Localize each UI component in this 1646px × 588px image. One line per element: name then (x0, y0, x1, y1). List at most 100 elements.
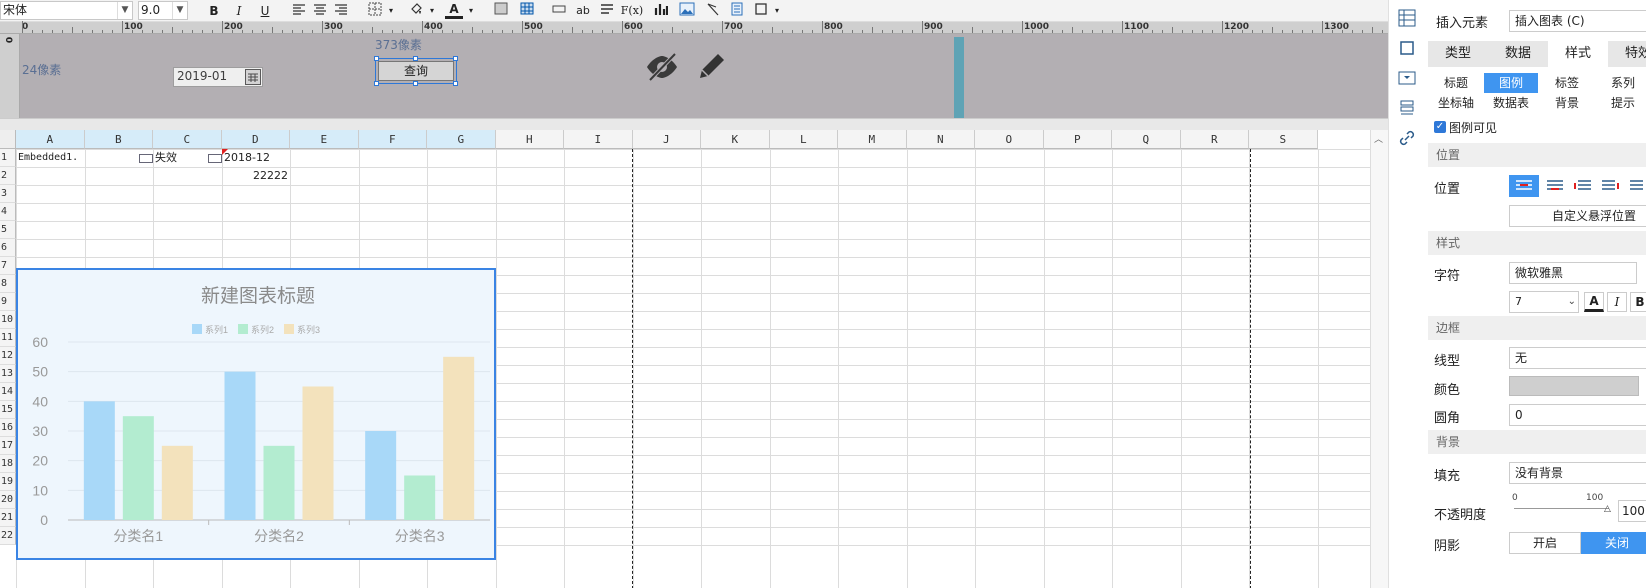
grid-insert-icon[interactable] (1398, 9, 1416, 30)
cell-c1[interactable]: 失效 (155, 149, 177, 167)
position-top-icon[interactable] (1509, 175, 1539, 197)
font-color-button[interactable]: A (1584, 292, 1604, 312)
crop-icon[interactable] (1398, 39, 1416, 60)
tab-data[interactable]: 数据 (1488, 41, 1548, 67)
row-header[interactable]: 13 (0, 365, 16, 383)
column-header[interactable]: P (1043, 130, 1112, 149)
column-header[interactable]: N (906, 130, 975, 149)
shadow-off-button[interactable]: 关闭 (1581, 532, 1646, 554)
row-header[interactable]: 1 (0, 149, 16, 167)
tab-type[interactable]: 类型 (1428, 41, 1488, 67)
column-header[interactable]: L (769, 130, 838, 149)
row-header[interactable]: 4 (0, 203, 16, 221)
vertical-scrollbar[interactable]: ︿ (1370, 130, 1388, 588)
font-family-field[interactable]: 微软雅黑 (1509, 262, 1637, 284)
row-header[interactable]: 8 (0, 275, 16, 293)
radius-field[interactable]: 0 (1509, 404, 1646, 426)
chevron-down-icon[interactable]: ▾ (423, 2, 441, 20)
calendar-icon[interactable] (245, 69, 261, 85)
chevron-down-icon[interactable]: ▾ (462, 2, 480, 20)
column-header[interactable]: S (1249, 130, 1318, 149)
position-right-icon[interactable] (1597, 175, 1625, 197)
opacity-field[interactable]: 100 (1618, 500, 1646, 522)
resize-handle[interactable] (413, 81, 418, 86)
subtab-series[interactable]: 系列 (1596, 73, 1646, 93)
formula-icon[interactable]: F(x) (620, 2, 644, 20)
column-header[interactable]: C (153, 130, 222, 149)
subtab-background[interactable]: 背景 (1540, 93, 1594, 113)
column-header[interactable]: G (427, 130, 496, 149)
row-header[interactable]: 9 (0, 293, 16, 311)
bold-button[interactable]: B (205, 2, 223, 20)
tab-style[interactable]: 样式 (1548, 41, 1608, 67)
subtab-tooltip[interactable]: 提示 (1596, 93, 1646, 113)
subtab-label[interactable]: 标签 (1540, 73, 1594, 93)
checkbox-icon[interactable] (139, 154, 153, 163)
resize-handle[interactable] (374, 56, 379, 61)
row-header[interactable]: 20 (0, 491, 16, 509)
layers-icon[interactable] (1398, 99, 1416, 120)
row-header[interactable]: 18 (0, 455, 16, 473)
column-header[interactable]: E (290, 130, 359, 149)
font-color-icon[interactable]: A (445, 2, 463, 19)
position-bottom-icon[interactable] (1541, 175, 1569, 197)
link-icon[interactable] (1398, 129, 1416, 150)
chevron-down-icon[interactable]: ▾ (382, 2, 400, 20)
row-header[interactable]: 16 (0, 419, 16, 437)
subtab-title[interactable]: 标题 (1430, 73, 1482, 93)
image-icon[interactable] (678, 2, 696, 20)
font-size-select[interactable]: 9.0 ▼ (138, 1, 188, 20)
resize-handle[interactable] (453, 56, 458, 61)
text-icon[interactable]: ab (574, 2, 592, 20)
row-header[interactable]: 7 (0, 257, 16, 275)
column-header[interactable]: I (564, 130, 633, 149)
slider-thumb-icon[interactable]: △ (1604, 504, 1611, 514)
column-header[interactable]: H (495, 130, 564, 149)
textbox-icon[interactable] (550, 2, 568, 20)
italic-toggle[interactable]: I (1607, 292, 1627, 312)
row-header[interactable]: 10 (0, 311, 16, 329)
column-header[interactable]: J (632, 130, 701, 149)
row-header[interactable]: 22 (0, 527, 16, 545)
row-header[interactable]: 11 (0, 329, 16, 347)
resize-handle[interactable] (374, 81, 379, 86)
row-header[interactable]: 21 (0, 509, 16, 527)
subtab-datatable[interactable]: 数据表 (1484, 93, 1538, 113)
font-family-select[interactable]: 宋体 ▼ (0, 1, 133, 20)
query-button[interactable]: 查询 (378, 61, 454, 81)
checkbox-icon[interactable] (208, 154, 222, 163)
column-header[interactable]: Q (1112, 130, 1181, 149)
column-header[interactable]: M (838, 130, 907, 149)
column-header[interactable]: B (84, 130, 153, 149)
row-header[interactable]: 17 (0, 437, 16, 455)
splitter[interactable] (0, 118, 1388, 130)
pencil-icon[interactable] (696, 50, 728, 85)
align-right-icon[interactable] (332, 2, 350, 20)
color-swatch[interactable] (1509, 376, 1639, 396)
column-header[interactable]: R (1180, 130, 1249, 149)
chart-widget[interactable]: 新建图表标题 系列1 系列2 系列3 0 10 20 30 40 50 60 分类名1 分类名2 分类名3 (16, 268, 496, 560)
merge-cells-icon[interactable] (492, 2, 510, 20)
column-header[interactable]: O (975, 130, 1044, 149)
column-header[interactable]: D (221, 130, 290, 149)
position-left-icon[interactable] (1569, 175, 1597, 197)
align-center-icon[interactable] (311, 2, 329, 20)
row-header[interactable]: 3 (0, 185, 16, 203)
subtab-legend[interactable]: 图例 (1484, 73, 1538, 93)
doc-icon[interactable] (728, 2, 746, 20)
cell-a1[interactable]: Embedded1. (18, 149, 78, 167)
select-all-corner[interactable] (0, 130, 16, 149)
cell-d1[interactable]: 2018-12 (224, 149, 270, 167)
slash-icon[interactable] (704, 2, 722, 20)
row-header[interactable]: 2 (0, 167, 16, 185)
subtab-axis[interactable]: 坐标轴 (1430, 93, 1482, 113)
opacity-slider[interactable] (1514, 508, 1609, 509)
row-header[interactable]: 15 (0, 401, 16, 419)
legend-visible-checkbox[interactable]: ✓ (1434, 121, 1446, 133)
column-header[interactable]: A (16, 130, 85, 149)
chevron-up-icon[interactable]: ︿ (1374, 132, 1383, 145)
font-size-field[interactable]: 7 ⌄ (1509, 291, 1579, 313)
spreadsheet-grid[interactable]: ABCDEFGHIJKLMNOPQRS 1 2 3 4 5 6 7 8 9 10 11 12 13 14 1… (0, 130, 1370, 588)
eye-hidden-icon[interactable] (645, 52, 679, 85)
table-icon[interactable] (518, 2, 536, 20)
